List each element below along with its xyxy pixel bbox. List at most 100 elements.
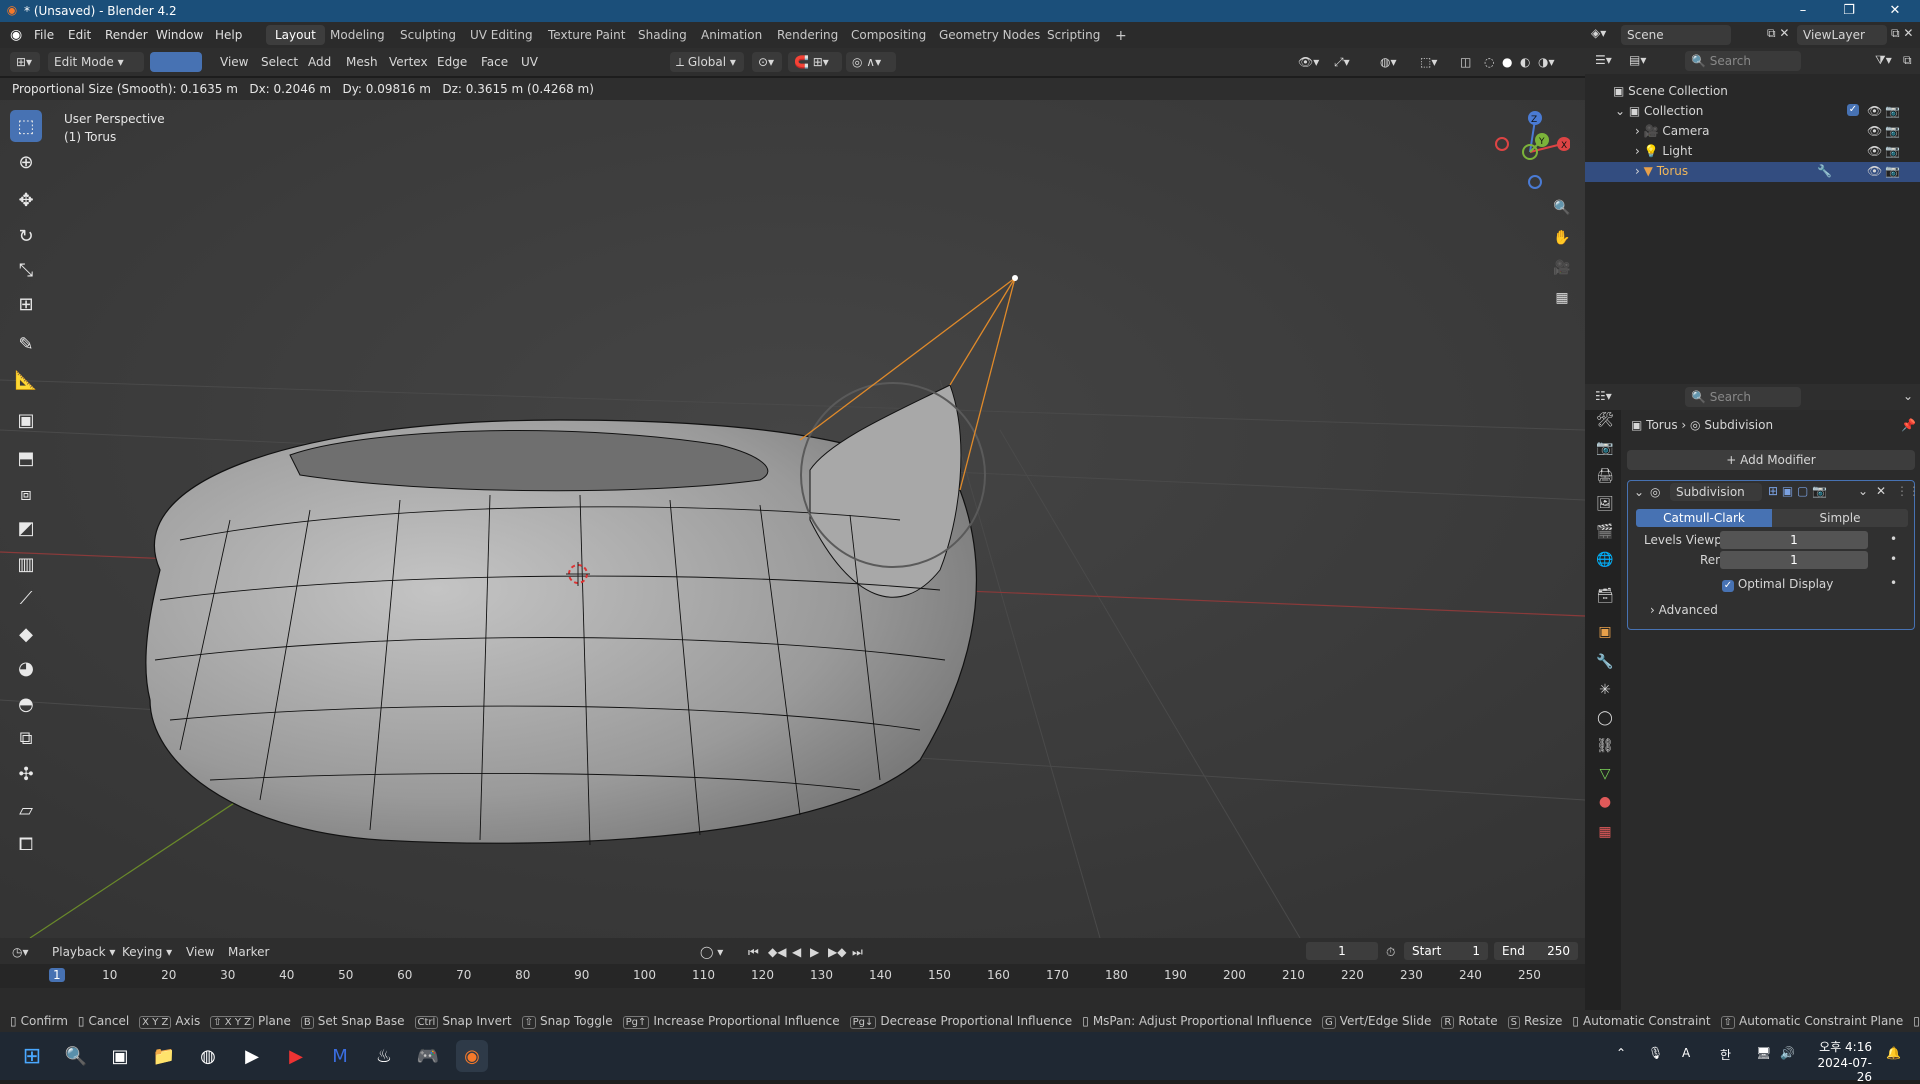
menu-add[interactable]: Add <box>308 52 331 72</box>
data-tab-icon[interactable]: ▽ <box>1595 764 1615 784</box>
light-render-icon[interactable]: 📷 <box>1885 144 1900 158</box>
zoom-icon[interactable]: 🔍 <box>1550 196 1574 220</box>
volume-icon[interactable]: 🔊 <box>1780 1046 1795 1060</box>
play-reverse-icon[interactable]: ◀ <box>792 942 801 962</box>
select-box-icon[interactable]: ⬚ <box>10 110 42 142</box>
prev-keyframe-icon[interactable]: ◆◀ <box>768 942 786 962</box>
add-modifier-button[interactable]: + Add Modifier <box>1627 450 1915 470</box>
ortho-grid-icon[interactable]: ▦ <box>1550 286 1574 310</box>
output-tab-icon[interactable]: 🖨 <box>1595 466 1615 486</box>
collection-row[interactable]: ⌄ ▣ Collection ✓ 👁 📷 <box>1615 104 1915 118</box>
chrome-icon[interactable]: ◍ <box>192 1040 224 1072</box>
torus-visibility-icon[interactable]: 👁 <box>1867 164 1882 178</box>
add-cube-icon[interactable]: ▣ <box>10 404 42 436</box>
collapse-chevron-icon[interactable]: ⌄ <box>1634 485 1644 499</box>
rotate-icon[interactable]: ↻ <box>10 220 42 252</box>
selected-vertex[interactable] <box>1012 275 1018 281</box>
add-workspace-icon[interactable]: + <box>1106 25 1136 45</box>
spin-icon[interactable]: ◕ <box>10 652 42 684</box>
shrink-fatten-icon[interactable]: ✣ <box>10 758 42 790</box>
playback-menu[interactable]: Playback ▾ <box>52 942 115 962</box>
camera-view-icon[interactable]: 🎥 <box>1550 256 1574 280</box>
snap-icon[interactable]: 🧲 ⊞▾ <box>788 52 842 72</box>
modifier-wrench-icon[interactable]: 🔧 <box>1817 164 1832 178</box>
tab-uv-editing[interactable]: UV Editing <box>461 25 542 45</box>
levels-viewport-field[interactable]: 1 <box>1720 531 1868 549</box>
properties-options-icon[interactable]: ⌄ <box>1903 389 1913 403</box>
tab-shading[interactable]: Shading <box>629 25 696 45</box>
tab-rendering[interactable]: Rendering <box>768 25 847 45</box>
blender-taskbar-icon[interactable]: ◉ <box>456 1040 488 1072</box>
discord-icon[interactable]: 🎮 <box>412 1040 444 1072</box>
pin-icon[interactable]: 📌 <box>1901 418 1916 432</box>
scene-collection-row[interactable]: ▣ Scene Collection <box>1613 84 1728 98</box>
new-collection-icon[interactable]: ⧉ <box>1903 53 1912 68</box>
edge-slide-icon[interactable]: ⧉ <box>10 722 42 754</box>
outliner-editor-icon[interactable]: ☰▾ <box>1595 53 1612 67</box>
mesh-edit-overlay-icon[interactable]: ⬚▾ <box>1420 52 1437 72</box>
timeline-editor-icon[interactable]: ◷▾ <box>12 942 29 962</box>
object-tab-icon[interactable]: ▣ <box>1595 622 1615 642</box>
menu-vertex[interactable]: Vertex <box>389 52 428 72</box>
timeline-view-menu[interactable]: View <box>186 942 214 962</box>
tab-animation[interactable]: Animation <box>692 25 771 45</box>
new-viewlayer-icon[interactable]: ⧉ ✕ <box>1891 26 1913 41</box>
catmull-clark-button[interactable]: Catmull-Clark <box>1636 509 1772 527</box>
orientation-dropdown[interactable]: ⟂ Global ▾ <box>670 52 744 72</box>
navigation-gizmo[interactable]: Z X Y <box>1490 110 1571 190</box>
render-tab-icon[interactable]: 📷 <box>1595 438 1615 458</box>
marker-menu[interactable]: Marker <box>228 942 269 962</box>
pivot-icon[interactable]: ⊙▾ <box>752 52 782 72</box>
search-icon[interactable]: 🔍 <box>60 1040 92 1072</box>
keyframe-dot-icon[interactable]: • <box>1890 532 1897 546</box>
input-language-label[interactable]: A <box>1682 1046 1690 1060</box>
collection-checkbox[interactable]: ✓ <box>1847 104 1859 116</box>
physics-tab-icon[interactable]: ◯ <box>1595 708 1615 728</box>
timeline-ruler[interactable]: 1 10 20 30 40 50 60 70 80 90 100 110 120 130 140 150 160… <box>0 964 1585 988</box>
smooth-icon[interactable]: ◓ <box>10 688 42 720</box>
maximize-button[interactable]: ❐ <box>1826 0 1872 22</box>
menu-mesh[interactable]: Mesh <box>346 52 378 72</box>
torus-mesh[interactable] <box>145 384 977 846</box>
file-explorer-icon[interactable]: 📁 <box>148 1040 180 1072</box>
collection-tab-icon[interactable]: 🗃 <box>1595 586 1615 606</box>
inset-icon[interactable]: ⧈ <box>10 478 42 510</box>
current-frame-field[interactable]: 1 <box>1306 942 1378 960</box>
editor-type-icon[interactable]: ⊞▾ <box>10 52 40 72</box>
loop-cut-icon[interactable]: ▥ <box>10 548 42 580</box>
overlay-icon[interactable]: ◍▾ <box>1380 52 1397 72</box>
modifier-tab-icon[interactable]: 🔧 <box>1595 652 1615 672</box>
particles-tab-icon[interactable]: ✳ <box>1595 680 1615 700</box>
gizmo-icon[interactable]: ⤢▾ <box>1334 52 1350 72</box>
modifier-menu-icon[interactable]: ⌄ <box>1858 484 1868 498</box>
steam-icon[interactable]: ♨ <box>368 1040 400 1072</box>
youtube-music-icon[interactable]: ▶ <box>280 1040 312 1072</box>
blender-menu-icon[interactable]: ◉ <box>10 27 22 43</box>
play-icon[interactable]: ▶ <box>810 942 819 962</box>
knife-icon[interactable]: ⟋ <box>10 582 42 614</box>
tab-compositing[interactable]: Compositing <box>842 25 935 45</box>
end-frame-field[interactable]: End 250 <box>1494 942 1578 960</box>
next-keyframe-icon[interactable]: ▶◆ <box>828 942 846 962</box>
view-layer-tab-icon[interactable]: 🖼 <box>1595 494 1615 514</box>
task-view-icon[interactable]: ▣ <box>104 1040 136 1072</box>
ime-mode-label[interactable]: 한 <box>1720 1046 1731 1063</box>
modifier-name-field[interactable]: Subdivision <box>1670 483 1762 501</box>
outliner-item-torus[interactable]: › ▼ Torus 🔧 👁 📷 <box>1585 162 1920 182</box>
bevel-icon[interactable]: ◩ <box>10 512 42 544</box>
proportional-editing-icon[interactable]: ◎ ∧▾ <box>846 52 896 72</box>
shading-material-icon[interactable]: ◐ <box>1520 52 1530 72</box>
annotate-icon[interactable]: ✎ <box>10 328 42 360</box>
camera-render-icon[interactable]: 📷 <box>1885 124 1900 138</box>
optimal-display-checkbox[interactable]: ✓ Optimal Display <box>1722 577 1833 592</box>
tab-sculpting[interactable]: Sculpting <box>391 25 465 45</box>
texture-tab-icon[interactable]: ▦ <box>1595 822 1615 842</box>
auto-keying-icon[interactable]: ◯ ▾ <box>700 942 723 962</box>
app-m-icon[interactable]: M <box>324 1040 356 1072</box>
properties-editor-icon[interactable]: ☷▾ <box>1595 389 1612 403</box>
tab-layout[interactable]: Layout <box>266 25 325 45</box>
camera-visibility-icon[interactable]: 👁 <box>1867 124 1882 138</box>
simple-button[interactable]: Simple <box>1772 509 1908 527</box>
remove-modifier-icon[interactable]: ✕ <box>1876 484 1886 498</box>
menu-uv[interactable]: UV <box>521 52 538 72</box>
